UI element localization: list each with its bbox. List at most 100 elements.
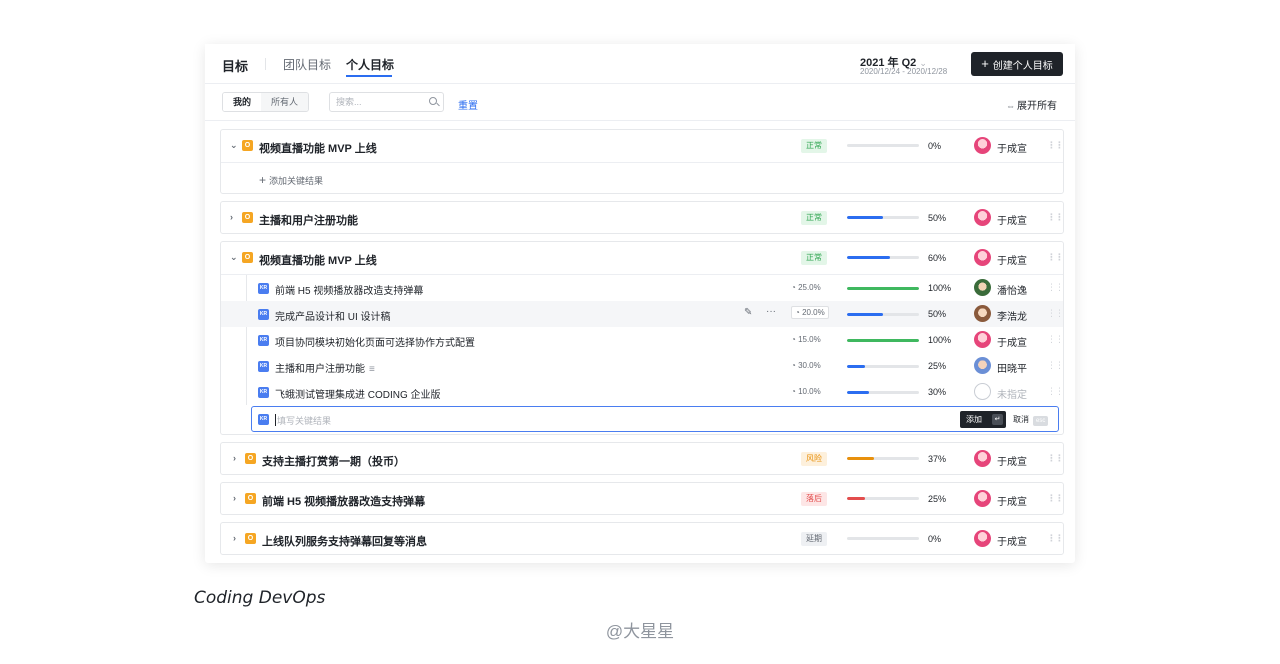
objective-row[interactable]: › O 前端 H5 视频播放器改造支持弹幕 落后 25% 于成宣 ⋮⋮ [221, 483, 1064, 515]
kr-badge: KR [258, 283, 269, 294]
avatar [974, 209, 991, 226]
drag-handle-icon[interactable]: ⋮⋮ [1047, 533, 1064, 544]
drag-handle-icon[interactable]: ⋮⋮ [1047, 282, 1064, 293]
chevron-right-icon[interactable]: › [233, 533, 236, 543]
description-lines-icon: ≡ [369, 364, 375, 375]
drag-handle-icon[interactable]: ⋮⋮ [1047, 308, 1064, 319]
quarter-date-range: 2020/12/24 - 2020/12/28 [860, 67, 948, 76]
filter-everyone[interactable]: 所有人 [261, 93, 309, 111]
key-result-row[interactable]: KR 项目协同模块初始化页面可选择协作方式配置 ◔ 15.0% 100% 于成宣… [221, 327, 1064, 353]
kr-badge: KR [258, 335, 269, 346]
plus-icon: + [259, 173, 267, 187]
progress-percent: 30% [928, 387, 947, 397]
objective-badge: O [242, 252, 253, 263]
owner-name: 于成宣 [997, 457, 1027, 468]
owner-filter-segment: 我的 所有人 [222, 92, 310, 112]
drag-handle-icon[interactable]: ⋮⋮ [1047, 252, 1064, 263]
objective-badge: O [242, 140, 253, 151]
key-results-list: KR 前端 H5 视频播放器改造支持弹幕 ◔ 25.0% 100% 潘怡逸 ⋮⋮… [221, 275, 1064, 432]
avatar [974, 357, 991, 374]
objective-badge: O [245, 453, 256, 464]
progress-percent: 100% [928, 335, 952, 345]
key-result-input[interactable]: KR 填写关键结果 添加 ↵ 取消 esc [251, 406, 1059, 432]
more-options-icon[interactable]: ··· [766, 306, 776, 317]
progress-percent: 25% [928, 494, 947, 504]
progress-bar [847, 216, 919, 219]
objective-title: 主播和用户注册功能 [259, 215, 358, 227]
chevron-down-icon[interactable]: ⌄ [230, 140, 238, 151]
add-kr-confirm-button[interactable]: 添加 ↵ [960, 411, 1006, 428]
key-result-row[interactable]: KR 飞蛾测试管理集成进 CODING 企业版 ◔ 10.0% 30% 未指定 … [221, 379, 1064, 405]
filter-mine[interactable]: 我的 [223, 93, 262, 111]
expand-all-button[interactable]: ⇔ 展开所有 [1006, 97, 1057, 112]
progress-percent: 25% [928, 361, 947, 371]
drag-handle-icon[interactable]: ⋮⋮ [1047, 360, 1064, 371]
reset-link[interactable]: 重置 [458, 97, 478, 112]
kr-weight: ◔ 15.0% [791, 335, 821, 344]
progress-percent: 100% [928, 283, 952, 293]
tab-personal-goals[interactable]: 个人目标 [346, 56, 394, 73]
objective-title: 支持主播打赏第一期（投币） [262, 456, 405, 468]
status-badge: 正常 [801, 211, 827, 225]
objective-row[interactable]: ⌄ O 视频直播功能 MVP 上线 正常 0% 于成宣 ⋮⋮ [221, 130, 1064, 162]
objective-row[interactable]: › O 主播和用户注册功能 正常 50% 于成宣 ⋮⋮ [221, 202, 1064, 234]
owner-name: 未指定 [997, 390, 1027, 401]
add-key-result-row: + 添加关键结果 [221, 163, 1063, 195]
objective-group: › O 支持主播打赏第一期（投币） 风险 37% 于成宣 ⋮⋮ [220, 442, 1064, 475]
progress-percent: 0% [928, 534, 942, 544]
drag-handle-icon[interactable]: ⋮⋮ [1047, 140, 1064, 151]
avatar [974, 249, 991, 266]
avatar [974, 305, 991, 322]
owner-name: 于成宣 [997, 497, 1027, 508]
expand-icon: ⇔ [1006, 101, 1015, 111]
drag-handle-icon[interactable]: ⋮⋮ [1047, 493, 1064, 504]
cancel-kr-button[interactable]: 取消 esc [1013, 411, 1049, 428]
progress-bar [847, 537, 919, 540]
owner-name: 潘怡逸 [997, 286, 1027, 297]
tab-team-goals[interactable]: 团队目标 [283, 56, 331, 73]
objective-badge: O [242, 212, 253, 223]
kr-input-placeholder: 填写关键结果 [277, 416, 332, 426]
chevron-right-icon[interactable]: › [230, 212, 233, 222]
progress-percent: 37% [928, 454, 947, 464]
drag-handle-icon[interactable]: ⋮⋮ [1047, 212, 1064, 223]
progress-bar [847, 339, 919, 342]
plus-icon: + [981, 56, 989, 71]
key-result-row[interactable]: KR 前端 H5 视频播放器改造支持弹幕 ◔ 25.0% 100% 潘怡逸 ⋮⋮ [221, 275, 1064, 301]
caption: Coding DevOps [194, 588, 326, 608]
page-title: 目标 [222, 59, 249, 74]
chevron-right-icon[interactable]: › [233, 453, 236, 463]
active-tab-indicator [346, 75, 392, 77]
key-result-row[interactable]: KR 完成产品设计和 UI 设计稿 ✎ ··· ◔ 20.0% 50% 李浩龙 … [221, 301, 1064, 327]
owner-name: 李浩龙 [997, 312, 1027, 323]
objective-row[interactable]: › O 支持主播打赏第一期（投币） 风险 37% 于成宣 ⋮⋮ [221, 443, 1064, 475]
create-personal-goal-button[interactable]: + 创建个人目标 [971, 52, 1063, 76]
progress-bar [847, 287, 919, 290]
avatar [974, 279, 991, 296]
objective-badge: O [245, 493, 256, 504]
kr-weight[interactable]: ◔ 20.0% [791, 306, 829, 319]
chevron-right-icon[interactable]: › [233, 493, 236, 503]
status-badge: 风险 [801, 452, 827, 466]
owner-name: 于成宣 [997, 338, 1027, 349]
add-key-result-button[interactable]: + 添加关键结果 [259, 173, 323, 187]
drag-handle-icon[interactable]: ⋮⋮ [1047, 386, 1064, 397]
chevron-down-icon[interactable]: ⌄ [230, 252, 238, 263]
owner-name: 于成宣 [997, 256, 1027, 267]
progress-bar [847, 497, 919, 500]
kr-title: 项目协同模块初始化页面可选择协作方式配置 [275, 338, 475, 349]
kr-badge: KR [258, 309, 269, 320]
objective-group: › O 主播和用户注册功能 正常 50% 于成宣 ⋮⋮ [220, 201, 1064, 234]
drag-handle-icon[interactable]: ⋮⋮ [1047, 334, 1064, 345]
kr-title: 完成产品设计和 UI 设计稿 [275, 312, 391, 323]
watermark: @大星星 [605, 622, 675, 641]
drag-handle-icon[interactable]: ⋮⋮ [1047, 453, 1064, 464]
key-result-row[interactable]: KR 主播和用户注册功能 ≡ ◔ 30.0% 25% 田晓平 ⋮⋮ [221, 353, 1064, 379]
edit-pencil-icon[interactable]: ✎ [744, 307, 752, 318]
okr-panel: 目标 团队目标 个人目标 2021 年 Q2 ⌄ 2020/12/24 - 20… [205, 44, 1075, 563]
objective-row[interactable]: ⌄ O 视频直播功能 MVP 上线 正常 60% 于成宣 ⋮⋮ [221, 242, 1064, 274]
objective-row[interactable]: › O 上线队列服务支持弹幕回复等消息 延期 0% 于成宣 ⋮⋮ [221, 523, 1064, 555]
progress-percent: 0% [928, 141, 942, 151]
search-input[interactable]: 搜索... [329, 92, 444, 112]
objective-group: › O 上线队列服务支持弹幕回复等消息 延期 0% 于成宣 ⋮⋮ [220, 522, 1064, 555]
